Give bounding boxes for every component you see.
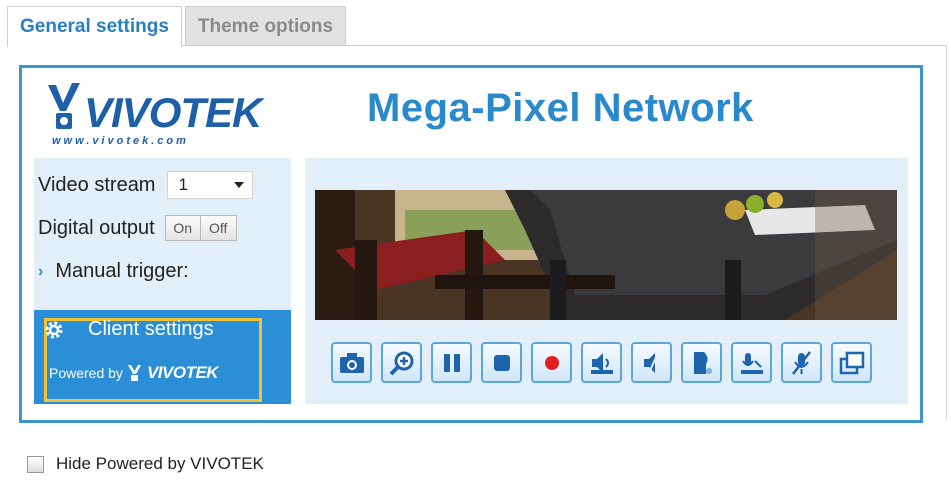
volume-icon: [590, 352, 613, 374]
hide-powered-by-label: Hide Powered by VIVOTEK: [56, 454, 264, 473]
microphone-button[interactable]: [731, 342, 772, 383]
vivotek-small-camera-icon: [127, 365, 141, 381]
tab-bar: General settings Theme options: [7, 6, 347, 47]
volume-button[interactable]: [581, 342, 622, 383]
panel-border: [946, 45, 947, 420]
camera-icon: [339, 352, 364, 373]
gear-icon: [45, 321, 63, 338]
video-toolbar: [331, 342, 872, 383]
stop-button[interactable]: [481, 342, 522, 383]
tab-theme-options[interactable]: Theme options: [184, 6, 347, 46]
stop-icon: [493, 354, 510, 371]
video-stream-value: 1: [178, 175, 188, 194]
pause-button[interactable]: [431, 342, 472, 383]
hide-powered-by-checkbox[interactable]: [27, 455, 44, 473]
theme-preview-frame: VIVOTEK www.vivotek.com Mega-Pixel Netwo…: [19, 65, 923, 423]
record-icon: [544, 355, 559, 370]
zoom-button[interactable]: [381, 342, 422, 383]
vivotek-camera-icon: [48, 83, 80, 129]
hide-powered-by-row: Hide Powered by VIVOTEK: [27, 454, 264, 474]
digital-output-toggle: On Off: [164, 215, 237, 241]
digital-output-row: Digital output On Off: [38, 215, 237, 241]
chevron-down-icon: [234, 182, 245, 188]
page-title: Mega-Pixel Network: [367, 86, 754, 130]
manual-trigger-label: Manual trigger:: [55, 260, 189, 282]
client-settings-bar: Client settings Powered by VIVOTEK: [34, 310, 291, 404]
video-stream-row: Video stream 1: [38, 171, 254, 199]
snapshot-button[interactable]: [331, 342, 372, 383]
mic-icon: [740, 352, 763, 374]
powered-by: Powered by VIVOTEK: [49, 363, 219, 383]
digital-output-on-button[interactable]: On: [165, 216, 201, 240]
fullscreen-icon: [839, 351, 864, 374]
powered-by-label: Powered by: [49, 365, 123, 381]
talk-icon: [693, 351, 712, 374]
mute-microphone-button[interactable]: [781, 342, 822, 383]
vivotek-logo: VIVOTEK www.vivotek.com: [44, 79, 284, 149]
control-panel: Video stream 1 Digital output On Off › M…: [34, 158, 291, 404]
tab-general-settings[interactable]: General settings: [7, 6, 182, 47]
record-button[interactable]: [531, 342, 572, 383]
zoom-icon: [389, 351, 413, 375]
logo-url: www.vivotek.com: [52, 135, 189, 147]
live-video[interactable]: [315, 190, 897, 320]
fullscreen-button[interactable]: [831, 342, 872, 383]
mute-icon: [643, 352, 658, 373]
video-frame-image: [315, 190, 897, 320]
mute-button[interactable]: [631, 342, 672, 383]
client-settings-label: Client settings: [88, 318, 214, 340]
chevron-right-icon: ›: [38, 262, 44, 280]
mic-mute-icon: [791, 350, 811, 375]
manual-trigger-row[interactable]: › Manual trigger:: [38, 260, 189, 283]
powered-by-logo: VIVOTEK: [146, 363, 219, 382]
logo-wordmark: VIVOTEK: [84, 89, 262, 136]
talk-button[interactable]: [681, 342, 722, 383]
pause-icon: [443, 353, 460, 372]
video-stream-label: Video stream: [38, 173, 156, 196]
live-view-panel: [305, 158, 908, 404]
digital-output-label: Digital output: [38, 216, 155, 239]
client-settings-link[interactable]: Client settings: [44, 318, 214, 341]
digital-output-off-button[interactable]: Off: [200, 216, 236, 240]
video-stream-select[interactable]: 1: [167, 171, 254, 199]
